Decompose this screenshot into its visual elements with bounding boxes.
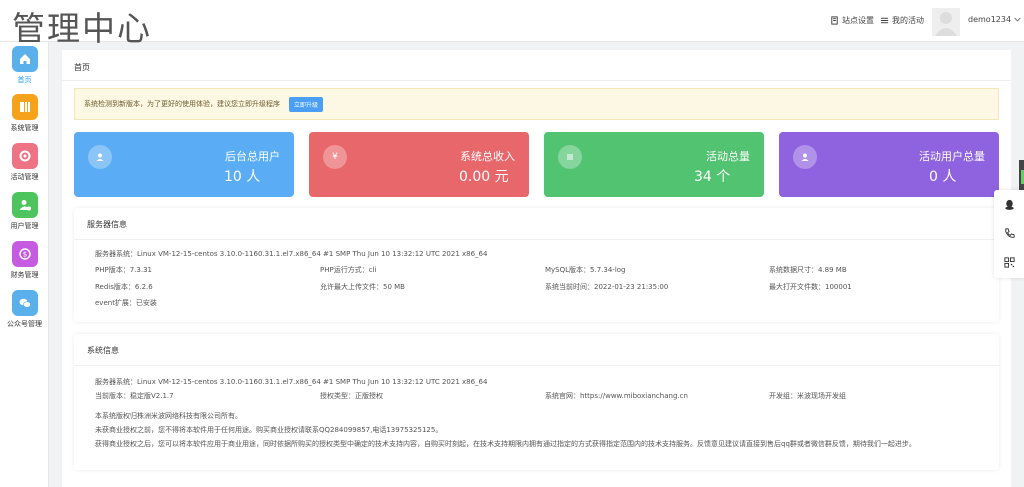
stat-value: 10 人 [224, 169, 261, 185]
stat-card-total-activities: 活动总量 34 个 [544, 132, 764, 197]
system-info-card: 系统信息 服务器系统：Linux VM-12-15-centos 3.10.0-… [74, 334, 999, 470]
card-title: 服务器信息 [87, 220, 127, 229]
upgrade-now-button[interactable]: 立即升级 [289, 96, 324, 112]
list-icon [558, 145, 582, 169]
sidebar-item-system[interactable]: 系统管理 [0, 90, 49, 136]
sidebar-item-label: 财务管理 [10, 271, 39, 279]
qrcode-icon[interactable] [1000, 253, 1018, 271]
upgrade-notice: 系统检测到新版本，为了更好的使用体验，建议您立即升级程序 立即升级 [74, 88, 999, 120]
upload-max: 允许最大上传文件：50 MB [320, 283, 405, 291]
unlicensed-text: 未获商业授权之前，您不得将本软件用于任何用途。购买商业授权请联系QQ284099… [95, 426, 443, 434]
system-os: 服务器系统：Linux VM-12-15-centos 3.10.0-1160.… [95, 378, 488, 386]
licensed-text: 获得商业授权之后，您可以将本软件应用于商业用途，同时依据所购买的授权类型中确定的… [95, 440, 916, 448]
stat-card-activity-users: 活动用户总量 0 人 [779, 132, 999, 197]
php-mode: PHP运行方式：cli [320, 266, 377, 274]
sidebar-item-label: 活动管理 [10, 173, 39, 181]
svg-text:$: $ [22, 251, 26, 259]
server-time: 系统当前时间：2022-01-23 21:35:00 [545, 283, 669, 291]
my-activity-link[interactable]: 我的活动 [880, 15, 924, 26]
event-extension: event扩展：已安装 [95, 299, 157, 307]
card-title: 系统信息 [87, 346, 119, 355]
upgrade-notice-text: 系统检测到新版本，为了更好的使用体验，建议您立即升级程序 [84, 100, 280, 108]
sidebar-item-finance[interactable]: $ 财务管理 [0, 237, 49, 283]
sidebar-item-label: 系统管理 [10, 124, 39, 132]
stat-title: 活动总量 [706, 150, 750, 163]
stat-card-total-users: 后台总用户 10 人 [74, 132, 294, 197]
top-bar: 管理中心 站点设置 我的活动 demo1234 [0, 0, 1024, 48]
site-settings-link[interactable]: 站点设置 [830, 15, 874, 26]
stat-title: 系统总收入 [460, 150, 515, 163]
max-files: 最大打开文件数：100001 [769, 283, 852, 291]
dev-team: 开发组：米波现场开发组 [769, 392, 846, 400]
sidebar: 首页 系统管理 活动管理 用户管理 $ 财务管理 公众号管理 [0, 42, 49, 487]
system-grid-icon [11, 94, 38, 120]
username-label: demo1234 [968, 15, 1012, 24]
avatar[interactable] [932, 8, 960, 36]
floating-toolbar [994, 190, 1024, 278]
sidebar-item-label: 用户管理 [10, 222, 39, 230]
sidebar-item-users[interactable]: 用户管理 [0, 188, 49, 234]
phone-icon[interactable] [1000, 224, 1018, 242]
site-settings-label: 站点设置 [842, 16, 874, 25]
stat-value: 34 个 [694, 169, 731, 185]
qq-icon[interactable] [1000, 195, 1018, 213]
stat-card-total-income: ¥ 系统总收入 0.00 元 [309, 132, 529, 197]
user-menu[interactable]: demo1234 [968, 15, 1021, 24]
redis-version: Redis版本：6.2.6 [95, 283, 153, 291]
user-icon [88, 145, 112, 169]
wechat-icon [11, 290, 38, 316]
divider [74, 239, 999, 240]
user-icon [793, 145, 817, 169]
home-icon [11, 46, 38, 72]
yen-icon: ¥ [323, 145, 347, 169]
sidebar-item-activity[interactable]: 活动管理 [0, 139, 49, 185]
stat-value: 0 人 [929, 169, 957, 185]
server-os: 服务器系统：Linux VM-12-15-centos 3.10.0-1160.… [95, 250, 488, 258]
sidebar-item-label: 首页 [17, 76, 32, 84]
current-version: 当前版本：稳定版V2.1.7 [95, 392, 174, 400]
stat-title: 活动用户总量 [919, 150, 985, 163]
divider [62, 80, 1011, 81]
main-panel: 首页 系统检测到新版本，为了更好的使用体验，建议您立即升级程序 立即升级 后台总… [62, 50, 1011, 487]
license-type: 授权类型：正版授权 [320, 392, 383, 400]
list-icon [880, 17, 889, 24]
server-info-card: 服务器信息 服务器系统：Linux VM-12-15-centos 3.10.0… [74, 208, 999, 322]
sidebar-item-wechat[interactable]: 公众号管理 [0, 286, 49, 332]
copyright-text: 本系统版权归株洲米波网络科技有限公司所有。 [95, 412, 242, 420]
chevron-down-icon [1014, 17, 1021, 22]
stat-value: 0.00 元 [459, 169, 509, 185]
db-size: 系统数据尺寸：4.89 MB [769, 266, 847, 274]
sidebar-item-home[interactable]: 首页 [0, 42, 49, 88]
user-avatar-icon [935, 12, 957, 36]
user-gear-icon [11, 192, 38, 218]
money-icon: $ [11, 241, 38, 267]
breadcrumb[interactable]: 首页 [74, 62, 90, 73]
sidebar-item-label: 公众号管理 [7, 320, 42, 328]
my-activity-label: 我的活动 [892, 16, 924, 25]
settings-icon [831, 16, 838, 25]
official-website[interactable]: 系统官网：https://www.miboxianchang.cn [545, 391, 688, 401]
php-version: PHP版本：7.3.31 [95, 266, 152, 274]
mysql-version: MySQL版本：5.7.34-log [545, 266, 626, 274]
divider [74, 365, 999, 366]
gift-icon [11, 143, 38, 169]
stat-title: 后台总用户 [225, 150, 280, 163]
